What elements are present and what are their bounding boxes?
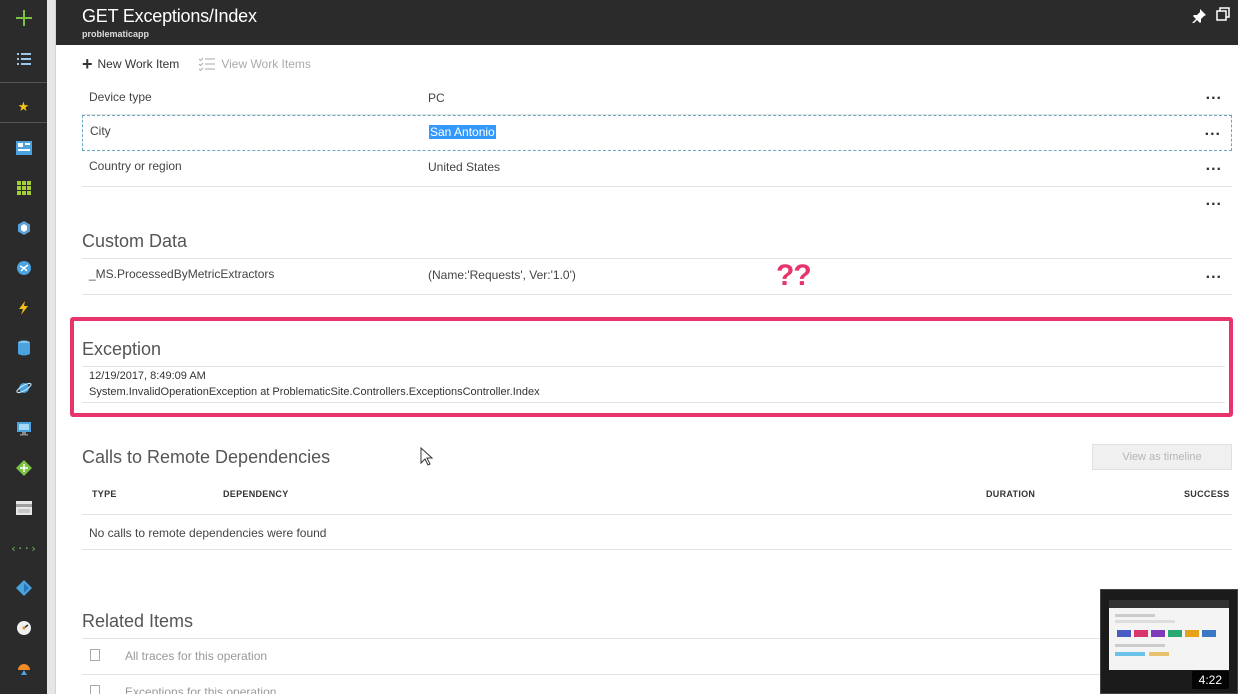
- related-item-label: Exceptions for this operation: [125, 685, 277, 694]
- rail-separator: [0, 122, 47, 123]
- empty-dependencies-message: No calls to remote dependencies were fou…: [89, 526, 327, 540]
- monitor-icon[interactable]: [0, 615, 47, 641]
- maximize-icon[interactable]: [1216, 7, 1230, 21]
- trace-icon: [90, 649, 100, 661]
- divider: [82, 402, 1225, 403]
- plus-icon: +: [82, 54, 93, 74]
- rail-gutter: [47, 0, 56, 694]
- cosmos-db-icon[interactable]: [0, 375, 47, 401]
- more-options-icon[interactable]: ...: [1206, 265, 1222, 283]
- custom-data-value: (Name:'Requests', Ver:'1.0'): [428, 268, 576, 282]
- divider: [82, 549, 1232, 550]
- virtual-networks-icon[interactable]: ‹··›: [0, 535, 47, 561]
- left-nav-rail: ★ ‹··›: [0, 0, 47, 694]
- more-options-icon[interactable]: ...: [1205, 122, 1221, 140]
- property-row-city[interactable]: City San Antonio ...: [82, 115, 1232, 151]
- rail-separator: [0, 82, 47, 83]
- create-resource-icon[interactable]: [0, 5, 47, 31]
- app-services-icon[interactable]: [0, 255, 47, 281]
- custom-data-key: _MS.ProcessedByMetricExtractors: [89, 267, 275, 281]
- property-value-selected[interactable]: San Antonio: [429, 125, 496, 139]
- azure-ad-icon[interactable]: [0, 575, 47, 601]
- property-value: United States: [428, 160, 501, 174]
- related-item-label: All traces for this operation: [125, 649, 268, 663]
- command-bar: + New Work Item View Work Items: [56, 45, 1238, 83]
- favorites-star-icon[interactable]: ★: [0, 94, 47, 120]
- checklist-icon: [198, 57, 216, 72]
- exception-timestamp[interactable]: 12/19/2017, 8:49:09 AM: [89, 370, 206, 382]
- storage-accounts-icon[interactable]: [0, 495, 47, 521]
- custom-data-row[interactable]: _MS.ProcessedByMetricExtractors (Name:'R…: [82, 259, 1232, 295]
- more-options-icon[interactable]: ...: [1206, 86, 1222, 104]
- resource-groups-icon[interactable]: [0, 215, 47, 241]
- question-marks-annotation: ??: [776, 259, 812, 292]
- divider: [82, 514, 1232, 515]
- section-more-options-icon[interactable]: ...: [1206, 192, 1222, 210]
- thumbnail-screen: [1109, 600, 1229, 670]
- video-timestamp: 4:22: [1191, 671, 1229, 689]
- exception-title: Exception: [82, 339, 162, 359]
- related-item-traces[interactable]: All traces for this operation: [82, 638, 1232, 672]
- page-title: GET Exceptions/Index: [82, 6, 257, 26]
- property-key: Device type: [89, 90, 152, 104]
- blade-content: Device type PC ... City San Antonio ... …: [56, 83, 1238, 694]
- view-work-items-label: View Work Items: [221, 57, 311, 71]
- new-work-item-button[interactable]: + New Work Item: [82, 55, 179, 73]
- dependencies-title: Calls to Remote Dependencies: [82, 447, 331, 467]
- function-apps-icon[interactable]: [0, 295, 47, 321]
- column-header-dependency[interactable]: DEPENDENCY: [223, 489, 289, 499]
- property-row-country[interactable]: Country or region United States ...: [82, 151, 1232, 187]
- view-as-timeline-button[interactable]: View as timeline: [1092, 444, 1232, 470]
- more-options-icon[interactable]: ...: [1206, 157, 1222, 175]
- related-items-title: Related Items: [82, 611, 194, 631]
- property-value: PC: [428, 91, 445, 105]
- custom-data-title: Custom Data: [82, 231, 188, 251]
- all-resources-icon[interactable]: [0, 175, 47, 201]
- all-services-icon[interactable]: [0, 46, 47, 72]
- exception-chart-icon: [90, 685, 100, 694]
- exception-message[interactable]: System.InvalidOperationException at Prob…: [89, 386, 540, 398]
- new-work-item-label: New Work Item: [97, 57, 180, 71]
- property-row-device-type[interactable]: Device type PC ...: [82, 83, 1232, 115]
- column-header-duration[interactable]: DURATION: [986, 489, 1035, 499]
- divider: [82, 366, 1225, 367]
- property-key: City: [90, 124, 111, 138]
- virtual-machines-icon[interactable]: [0, 415, 47, 441]
- sql-databases-icon[interactable]: [0, 335, 47, 361]
- page-subtitle: problematicapp: [82, 29, 150, 39]
- dashboard-icon[interactable]: [0, 135, 47, 161]
- related-item-exceptions[interactable]: Exceptions for this operation: [82, 674, 1232, 694]
- property-key: Country or region: [89, 159, 182, 173]
- advisor-icon[interactable]: [0, 655, 47, 681]
- pin-icon[interactable]: [1192, 9, 1206, 26]
- blade-header: GET Exceptions/Index problematicapp: [56, 0, 1238, 45]
- video-preview-thumbnail[interactable]: 4:22: [1100, 589, 1238, 694]
- view-work-items-button[interactable]: View Work Items: [198, 57, 311, 72]
- mouse-cursor-icon: [420, 447, 434, 466]
- column-header-type[interactable]: TYPE: [92, 489, 117, 499]
- load-balancers-icon[interactable]: [0, 455, 47, 481]
- column-header-success[interactable]: SUCCESS: [1184, 489, 1230, 499]
